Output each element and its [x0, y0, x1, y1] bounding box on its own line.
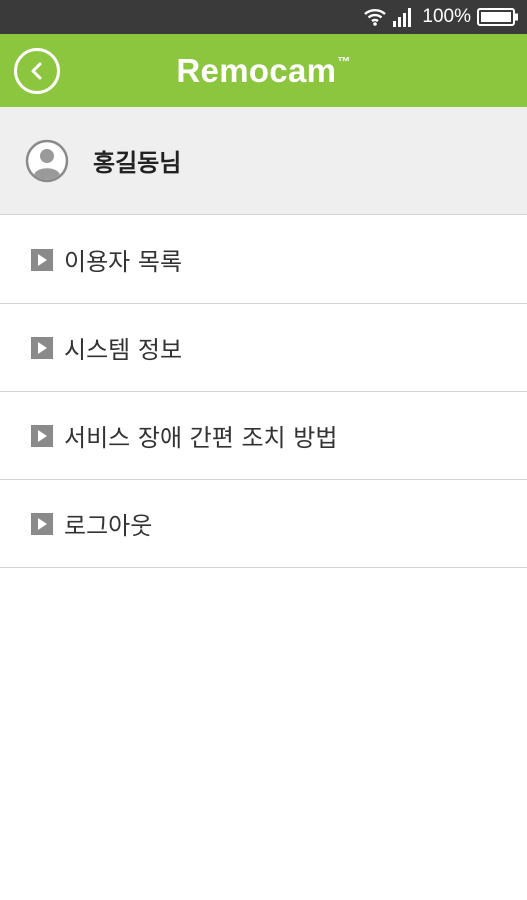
back-button[interactable]	[14, 48, 60, 94]
wifi-icon	[364, 9, 387, 26]
menu-item-system-info[interactable]: 시스템 정보	[0, 304, 527, 392]
app-bar: Remocam™	[0, 34, 527, 107]
play-icon	[31, 512, 53, 535]
trademark-symbol: ™	[337, 53, 351, 69]
play-icon	[31, 248, 53, 271]
app-title: Remocam™	[176, 52, 350, 90]
user-name: 홍길동님	[93, 149, 182, 177]
menu-item-user-list[interactable]: 이용자 목록	[0, 216, 527, 304]
play-icon	[31, 424, 53, 447]
battery-icon	[477, 8, 518, 26]
status-bar: 100%	[0, 0, 527, 34]
menu-item-label: 시스템 정보	[64, 336, 183, 364]
chevron-left-icon	[31, 62, 42, 80]
menu-item-logout[interactable]: 로그아웃	[0, 480, 527, 568]
user-avatar-icon	[25, 139, 69, 182]
play-icon	[31, 336, 53, 359]
menu-item-troubleshooting[interactable]: 서비스 장애 간편 조치 방법	[0, 392, 527, 480]
app-title-text: Remocam	[176, 51, 337, 89]
menu-item-label: 로그아웃	[64, 512, 153, 540]
menu-item-label: 서비스 장애 간편 조치 방법	[64, 424, 338, 452]
menu-item-label: 이용자 목록	[64, 248, 183, 276]
battery-percentage: 100%	[422, 6, 471, 27]
signal-icon	[393, 8, 412, 27]
user-profile-header: 홍길동님	[0, 107, 527, 215]
menu-list: 이용자 목록 시스템 정보 서비스 장애 간편 조치 방법 로그아웃	[0, 216, 527, 568]
